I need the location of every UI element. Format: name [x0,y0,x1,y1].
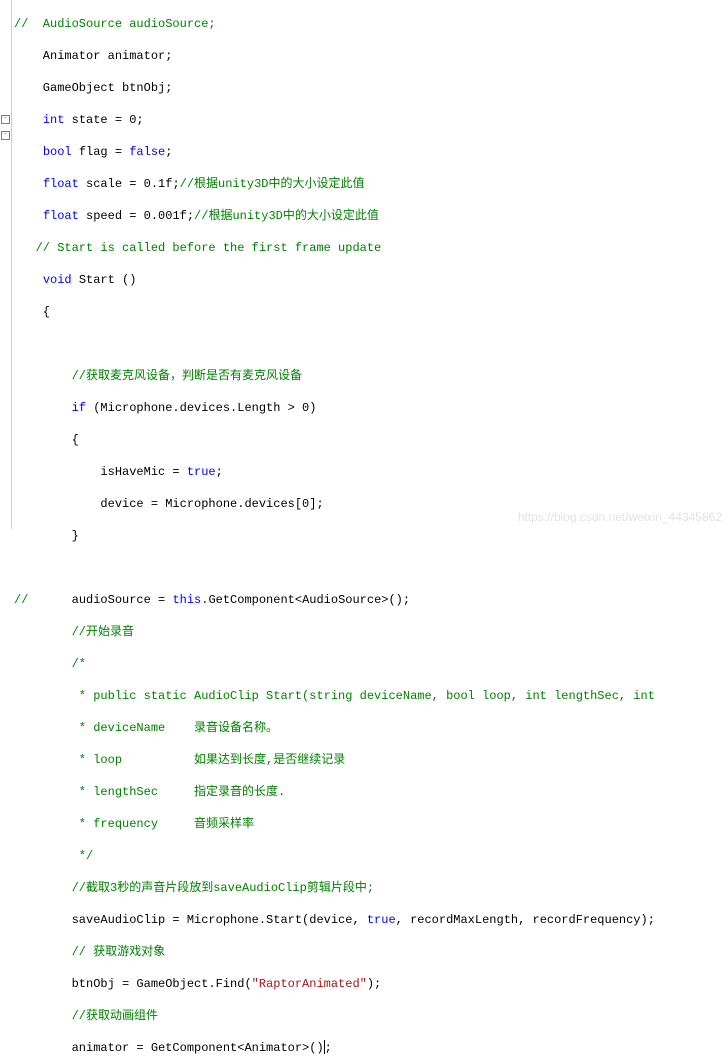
comment: // [14,593,28,607]
code-text: // AudioSource audioSource; [14,17,216,31]
comment: // 获取游戏对象 [14,945,165,959]
comment: /* [14,657,86,671]
watermark-text: https://blog.csdn.net/weixin_44345862 [518,509,722,525]
fold-gutter: - - [0,0,12,529]
code-text: saveAudioClip = Microphone.Start(device, [14,913,367,927]
code-text: Start () [72,273,137,287]
comment: * public static AudioClip Start(string d… [14,689,655,703]
keyword: false [129,145,165,159]
code-text: Animator animator; [14,49,172,63]
code-text: state = 0; [64,113,143,127]
comment: * loop 如果达到长度,是否继续记录 [14,753,345,767]
keyword: float [43,209,79,223]
code-text: ; [165,145,172,159]
keyword: bool [43,145,72,159]
code-text: animator = GetComponent<Animator>() [14,1041,324,1055]
code-text: { [14,305,50,319]
comment: //获取麦克风设备，判断是否有麦克风设备 [14,369,302,383]
comment: //获取动画组件 [14,1009,158,1023]
code-text: } [14,529,79,543]
keyword: this [172,593,201,607]
keyword: if [72,401,86,415]
text-cursor [324,1040,325,1054]
code-text: audioSource = [28,593,172,607]
code-text: { [14,433,79,447]
comment: // Start is called before the first fram… [14,241,381,255]
comment: * deviceName 录音设备名称。 [14,721,278,735]
keyword: true [367,913,396,927]
keyword: void [43,273,72,287]
code-text: btnObj = GameObject.Find( [14,977,252,991]
code-text: ; [216,465,223,479]
comment: //开始录音 [14,625,134,639]
code-text: isHaveMic = [14,465,187,479]
code-text: GameObject btnObj; [14,81,172,95]
code-text: (Microphone.devices.Length > 0) [86,401,316,415]
code-text: ); [367,977,381,991]
code-text: device = Microphone.devices[0]; [14,497,324,511]
code-text: flag = [72,145,130,159]
code-text: , recordMaxLength, recordFrequency); [396,913,655,927]
fold-box[interactable]: - [1,131,10,140]
code-editor-area[interactable]: // AudioSource audioSource; Animator ani… [12,0,728,529]
comment: //截取3秒的声音片段放到saveAudioClip剪辑片段中; [14,881,374,895]
comment: //根据unity3D中的大小设定此值 [194,209,379,223]
keyword: int [43,113,65,127]
comment: //根据unity3D中的大小设定此值 [180,177,365,191]
comment: * lengthSec 指定录音的长度. [14,785,285,799]
code-text: .GetComponent<AudioSource>(); [201,593,410,607]
string-literal: "RaptorAnimated" [252,977,367,991]
code-text: scale = 0.1f; [79,177,180,191]
code-text: speed = 0.001f; [79,209,194,223]
keyword: float [43,177,79,191]
comment: * frequency 音频采样率 [14,817,254,831]
keyword: true [187,465,216,479]
comment: */ [14,849,93,863]
fold-box[interactable]: - [1,115,10,124]
